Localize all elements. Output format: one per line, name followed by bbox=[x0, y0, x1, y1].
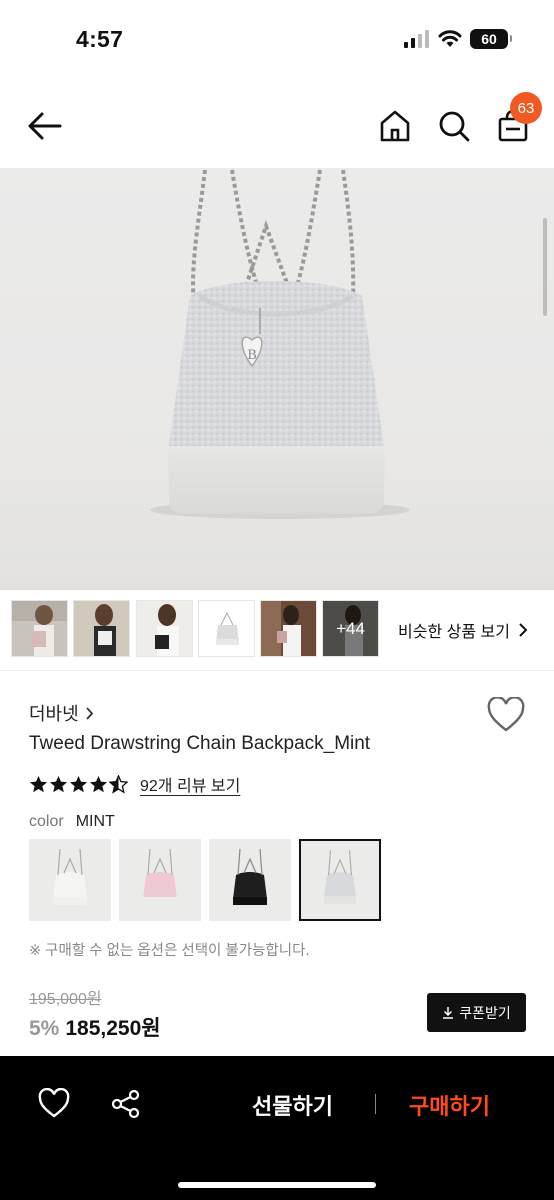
share-icon[interactable] bbox=[110, 1088, 142, 1120]
svg-text:B: B bbox=[247, 348, 257, 363]
heart-icon[interactable] bbox=[38, 1088, 70, 1120]
backpack-image: B bbox=[150, 169, 410, 519]
battery-icon: 60 bbox=[470, 29, 512, 49]
signal-icon bbox=[404, 30, 429, 48]
gift-button[interactable]: 선물하기 bbox=[252, 1089, 333, 1121]
divider bbox=[0, 670, 554, 671]
more-thumbnails-count: +44 bbox=[323, 601, 378, 656]
color-swatch-black[interactable] bbox=[209, 839, 291, 921]
wifi-icon bbox=[438, 30, 462, 47]
color-option-row: color MINT bbox=[29, 813, 115, 831]
sale-price: 185,250원 bbox=[65, 1017, 161, 1040]
brand-link[interactable]: 더바넷 bbox=[29, 700, 94, 726]
bottom-action-bar: 선물하기 구매하기 bbox=[0, 1056, 554, 1200]
home-indicator bbox=[178, 1182, 376, 1188]
chevron-right-icon bbox=[519, 623, 528, 637]
back-arrow-icon[interactable] bbox=[26, 108, 66, 144]
reviews-link[interactable]: 92개 리뷰 보기 bbox=[140, 772, 240, 796]
cart-count-badge: 63 bbox=[510, 92, 542, 124]
thumbnail-2[interactable] bbox=[73, 600, 130, 657]
image-scroll-indicator bbox=[543, 218, 547, 316]
status-bar: 4:57 60 bbox=[0, 0, 554, 84]
thumbnail-more[interactable]: +44 bbox=[322, 600, 379, 657]
color-label: color bbox=[29, 813, 64, 830]
coupon-label: 쿠폰받기 bbox=[459, 1004, 511, 1021]
discount-rate: 5% bbox=[29, 1017, 60, 1040]
chevron-right-icon bbox=[86, 706, 93, 720]
status-icons: 60 bbox=[404, 29, 512, 49]
download-icon bbox=[443, 1007, 454, 1019]
product-main-image[interactable]: B bbox=[0, 168, 554, 590]
original-price: 195,000원 bbox=[29, 991, 102, 1008]
nav-bar: 63 bbox=[0, 84, 554, 168]
heart-icon[interactable] bbox=[487, 697, 525, 733]
coupon-button[interactable]: 쿠폰받기 bbox=[427, 993, 526, 1032]
similar-products-label: 비슷한 상품 보기 bbox=[398, 624, 510, 641]
star-icon bbox=[49, 775, 68, 792]
home-icon[interactable] bbox=[377, 108, 413, 144]
status-time: 4:57 bbox=[76, 26, 124, 52]
color-swatch-pink[interactable] bbox=[119, 839, 201, 921]
color-swatch-mint[interactable] bbox=[299, 839, 381, 921]
sale-price-row: 5% 185,250원 bbox=[29, 1012, 161, 1042]
half-star-icon bbox=[109, 774, 128, 794]
product-title: Tweed Drawstring Chain Backpack_Mint bbox=[29, 733, 371, 754]
star-icon bbox=[29, 775, 48, 792]
option-notice: ※ 구매할 수 없는 옵션은 선택이 불가능합니다. bbox=[29, 943, 310, 959]
battery-level: 60 bbox=[481, 31, 497, 47]
selected-color: MINT bbox=[75, 813, 115, 830]
buy-button[interactable]: 구매하기 bbox=[409, 1089, 490, 1121]
brand-name: 더바넷 bbox=[29, 704, 79, 724]
star-icon bbox=[89, 775, 108, 792]
rating-stars bbox=[29, 774, 128, 794]
star-icon bbox=[69, 775, 88, 792]
color-swatch-white[interactable] bbox=[29, 839, 111, 921]
divider bbox=[375, 1094, 376, 1114]
thumbnail-1[interactable] bbox=[11, 600, 68, 657]
search-icon[interactable] bbox=[436, 108, 472, 144]
rating-row: 92개 리뷰 보기 bbox=[29, 772, 240, 796]
thumbnail-5[interactable] bbox=[260, 600, 317, 657]
thumbnail-strip: +44 비슷한 상품 보기 bbox=[0, 600, 554, 658]
thumbnail-3[interactable] bbox=[136, 600, 193, 657]
similar-products-link[interactable]: 비슷한 상품 보기 bbox=[398, 618, 528, 642]
thumbnail-4[interactable] bbox=[198, 600, 255, 657]
